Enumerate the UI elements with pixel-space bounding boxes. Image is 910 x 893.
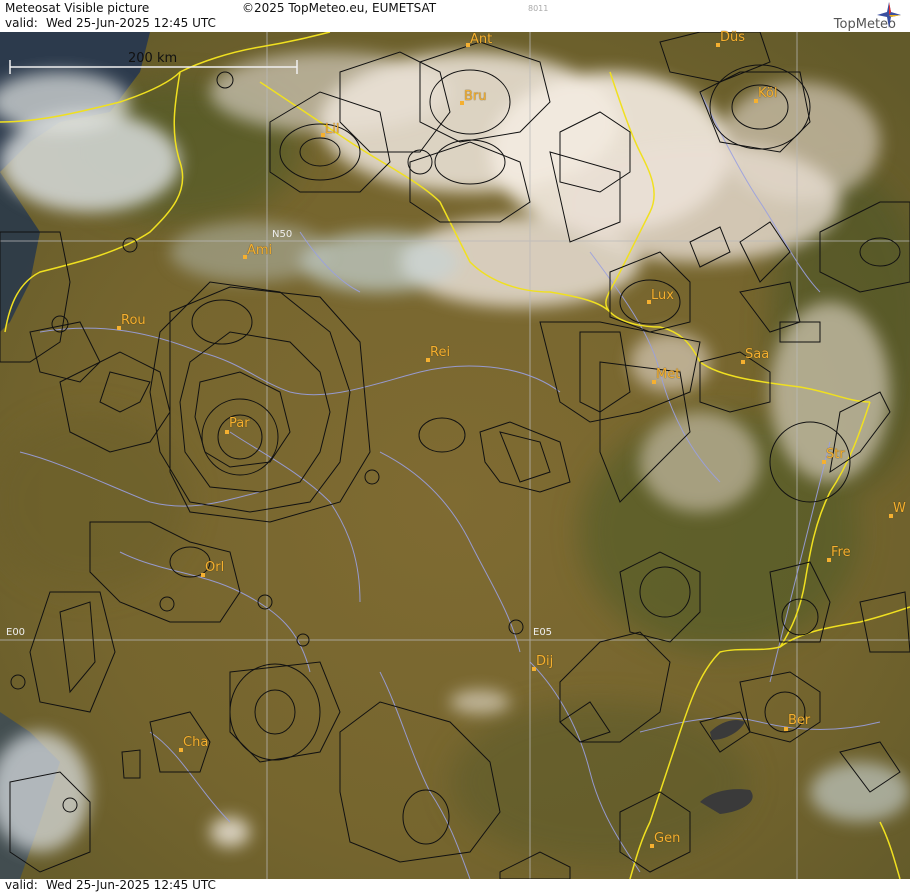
city-label-metz: Met bbox=[656, 367, 681, 382]
city-label-dijon: Dij bbox=[536, 654, 554, 669]
city-label-lille: Lil bbox=[325, 122, 340, 137]
grid-label-e05: E05 bbox=[533, 627, 553, 638]
map-title: Meteosat Visible picture bbox=[5, 1, 150, 15]
grid-label-n50: N50 bbox=[272, 229, 293, 240]
copyright-text: ©2025 TopMeteo.eu, EUMETSAT bbox=[242, 1, 437, 15]
satellite-map[interactable] bbox=[0, 32, 910, 879]
city-label-w: W bbox=[893, 501, 906, 516]
valid-label: valid: bbox=[5, 16, 38, 30]
city-label-freiburg: Fre bbox=[831, 545, 851, 560]
city-label-geneva: Gen bbox=[654, 831, 681, 846]
city-label-saarbrucken: Saa bbox=[745, 347, 770, 362]
scale-label: 200 km bbox=[128, 51, 178, 66]
grid-label-e00: E00 bbox=[6, 627, 26, 638]
footer-valid-label: valid: bbox=[5, 878, 38, 892]
compass-star-icon bbox=[877, 2, 901, 28]
city-label-strasbourg: Str bbox=[826, 447, 845, 462]
city-label-amiens: Ami bbox=[247, 243, 273, 258]
city-label-bern: Ber bbox=[788, 713, 811, 728]
city-label-chateauroux: Cha bbox=[183, 735, 209, 750]
city-label-brussels: Bru bbox=[464, 89, 487, 104]
city-label-rouen: Rou bbox=[121, 313, 146, 328]
city-label-koln: Köl bbox=[758, 86, 778, 101]
city-label-paris: Par bbox=[229, 416, 250, 431]
valid-time: Wed 25-Jun-2025 12:45 UTC bbox=[46, 16, 216, 30]
city-label-orleans: Orl bbox=[205, 560, 225, 575]
footer-valid-time: Wed 25-Jun-2025 12:45 UTC bbox=[46, 878, 216, 892]
city-label-antwerp: Ant bbox=[470, 32, 493, 47]
city-label-dusseldorf: Düs bbox=[720, 30, 746, 45]
weather-map-viewer: Meteosat Visible picture ©2025 TopMeteo.… bbox=[0, 0, 910, 893]
city-label-luxembourg: Lux bbox=[651, 288, 674, 303]
city-label-reims: Rei bbox=[430, 345, 451, 360]
product-code: 8011 bbox=[528, 4, 549, 13]
footer-bar: valid: Wed 25-Jun-2025 12:45 UTC bbox=[0, 878, 910, 893]
header-bar: Meteosat Visible picture ©2025 TopMeteo.… bbox=[0, 0, 910, 32]
